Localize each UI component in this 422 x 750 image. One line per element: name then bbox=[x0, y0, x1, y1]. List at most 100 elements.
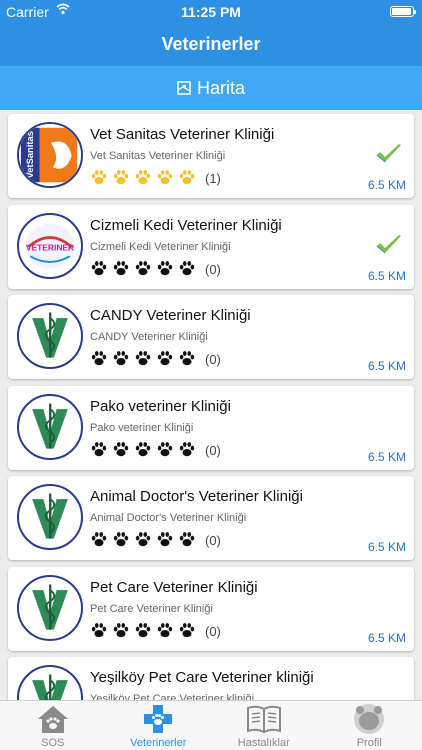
paw-rating-icon bbox=[90, 440, 108, 463]
clinic-subtitle: Pako veteriner Kliniği bbox=[90, 421, 194, 434]
paw-rating-icon bbox=[112, 440, 130, 463]
house-paw-icon bbox=[34, 703, 72, 735]
clinic-logo bbox=[17, 303, 83, 369]
battery-icon bbox=[390, 6, 416, 17]
clinic-name: Pako veteriner Kliniği bbox=[90, 397, 231, 415]
clinic-logo bbox=[17, 393, 83, 460]
clinic-distance: 6.5 KM bbox=[367, 178, 406, 192]
paw-rating-icon bbox=[178, 168, 196, 191]
paw-rating-icon bbox=[112, 530, 130, 553]
clinic-name: Vet Sanitas Veteriner Kliniği bbox=[90, 126, 275, 143]
status-time: 11:25 PM bbox=[181, 4, 241, 20]
paw-rating-icon bbox=[156, 259, 174, 282]
paw-rating bbox=[90, 530, 196, 553]
paw-rating bbox=[90, 621, 196, 644]
clinic-card[interactable]: VetSanitas Vet Sanitas Veteriner Kliniği V… bbox=[8, 114, 414, 198]
review-count: (1) bbox=[205, 171, 221, 186]
clinic-subtitle: CANDY Veteriner Kliniği bbox=[90, 331, 208, 343]
bear-avatar-icon bbox=[350, 703, 388, 735]
review-count: (0) bbox=[205, 533, 221, 548]
paw-rating bbox=[90, 440, 196, 463]
clinic-subtitle: Yeşilköy Pet Care Veteriner kliniği bbox=[90, 693, 255, 700]
paw-rating-icon bbox=[134, 168, 152, 191]
paw-rating-icon bbox=[134, 349, 152, 372]
review-count: (0) bbox=[205, 623, 221, 639]
tab-label: Hastalıklar bbox=[237, 737, 290, 749]
review-count: (0) bbox=[205, 442, 221, 458]
medical-paw-icon bbox=[139, 703, 177, 735]
paw-rating-icon bbox=[156, 168, 174, 191]
review-count: (0) bbox=[205, 352, 221, 367]
paw-rating-icon bbox=[90, 349, 108, 372]
clinic-card[interactable]: CANDY Veteriner Kliniği CANDY Veteriner K… bbox=[8, 295, 414, 379]
clinic-name: Animal Doctor's Veteriner Kliniği bbox=[90, 488, 303, 505]
clinic-card[interactable]: Pako veteriner Kliniği Pako veteriner Kli… bbox=[8, 385, 414, 470]
clinic-subtitle: Pet Care Veteriner Kliniği bbox=[90, 602, 213, 615]
clinic-distance: 6.5 KM bbox=[367, 268, 406, 283]
verified-check-icon bbox=[374, 142, 404, 166]
paw-rating-icon bbox=[134, 259, 152, 282]
page-title: Veterinerler bbox=[161, 34, 261, 54]
clinic-name: Pet Care Veteriner Kliniği bbox=[90, 578, 258, 596]
paw-rating-icon bbox=[178, 349, 196, 372]
tab-profil[interactable]: Profil bbox=[317, 701, 422, 750]
clinic-card[interactable]: Yeşilköy Pet Care Veteriner kliniği Yeşil… bbox=[8, 657, 414, 700]
clinic-distance: 6.5 KM bbox=[367, 540, 406, 554]
paw-rating-icon bbox=[90, 259, 108, 282]
paw-rating bbox=[90, 349, 196, 372]
paw-rating-icon bbox=[156, 349, 174, 372]
review-count: (0) bbox=[205, 261, 221, 277]
clinic-distance: 6.5 KM bbox=[367, 630, 406, 645]
paw-rating-icon bbox=[112, 349, 130, 372]
paw-rating bbox=[90, 259, 196, 282]
paw-rating-icon bbox=[112, 621, 130, 644]
paw-rating-icon bbox=[156, 621, 174, 644]
app-header: Carrier 11:25 PM Veterinerler bbox=[0, 0, 422, 66]
tab-veterinerler[interactable]: Veterinerler bbox=[106, 701, 212, 750]
tab-label: Profil bbox=[356, 737, 382, 749]
clinic-list[interactable]: VetSanitas Vet Sanitas Veteriner Kliniği V… bbox=[0, 110, 422, 700]
clinic-distance: 6.5 KM bbox=[367, 449, 406, 464]
paw-rating-icon bbox=[178, 440, 196, 463]
clinic-name: Cizmeli Kedi Veteriner Kliniği bbox=[90, 216, 282, 234]
paw-rating-icon bbox=[90, 530, 108, 553]
paw-rating-icon bbox=[156, 530, 174, 553]
map-button[interactable]: Harita bbox=[0, 66, 422, 110]
clinic-distance: 6.5 KM bbox=[367, 359, 406, 373]
clinic-name: CANDY Veteriner Kliniği bbox=[90, 307, 251, 324]
clinic-logo: VETERINER bbox=[17, 212, 83, 279]
clinic-logo bbox=[17, 574, 83, 641]
paw-rating bbox=[90, 168, 196, 191]
paw-rating-icon bbox=[134, 440, 152, 463]
paw-rating-icon bbox=[134, 621, 152, 644]
paw-rating-icon bbox=[112, 259, 130, 282]
svg-text:VETERINER: VETERINER bbox=[26, 242, 74, 252]
paw-rating-icon bbox=[90, 621, 108, 644]
map-label: Harita bbox=[196, 77, 245, 98]
clinic-card[interactable]: Pet Care Veteriner Kliniği Pet Care Veter… bbox=[8, 566, 414, 651]
tab-sos[interactable]: SOS bbox=[0, 701, 106, 750]
clinic-subtitle: Animal Doctor's Veteriner Kliniği bbox=[90, 512, 247, 524]
paw-rating-icon bbox=[112, 168, 130, 191]
clinic-logo bbox=[17, 484, 83, 550]
clinic-name: Yeşilköy Pet Care Veteriner kliniği bbox=[90, 669, 314, 686]
verified-check-icon bbox=[374, 233, 404, 257]
clinic-card[interactable]: VETERINER Cizmeli Kedi Veteriner Kliniği C… bbox=[8, 204, 414, 289]
status-bar: Carrier 11:25 PM bbox=[0, 0, 422, 22]
paw-rating-icon bbox=[134, 530, 152, 553]
paw-rating-icon bbox=[90, 168, 108, 191]
map-icon bbox=[177, 81, 191, 95]
book-icon bbox=[245, 703, 283, 735]
paw-rating-icon bbox=[178, 530, 196, 553]
clinic-subtitle: Vet Sanitas Veteriner Kliniği bbox=[90, 150, 226, 162]
tab-label: SOS bbox=[41, 737, 65, 749]
clinic-logo: VetSanitas bbox=[17, 122, 83, 188]
clinic-subtitle: Cizmeli Kedi Veteriner Kliniği bbox=[90, 240, 231, 253]
paw-rating-icon bbox=[178, 621, 196, 644]
paw-rating-icon bbox=[156, 440, 174, 463]
tab-label: Veterinerler bbox=[130, 737, 187, 749]
tab-hastal-klar[interactable]: Hastalıklar bbox=[211, 701, 317, 750]
clinic-card[interactable]: Animal Doctor's Veteriner Kliniği Animal … bbox=[8, 476, 414, 560]
clinic-logo bbox=[17, 665, 83, 700]
paw-rating-icon bbox=[178, 259, 196, 282]
